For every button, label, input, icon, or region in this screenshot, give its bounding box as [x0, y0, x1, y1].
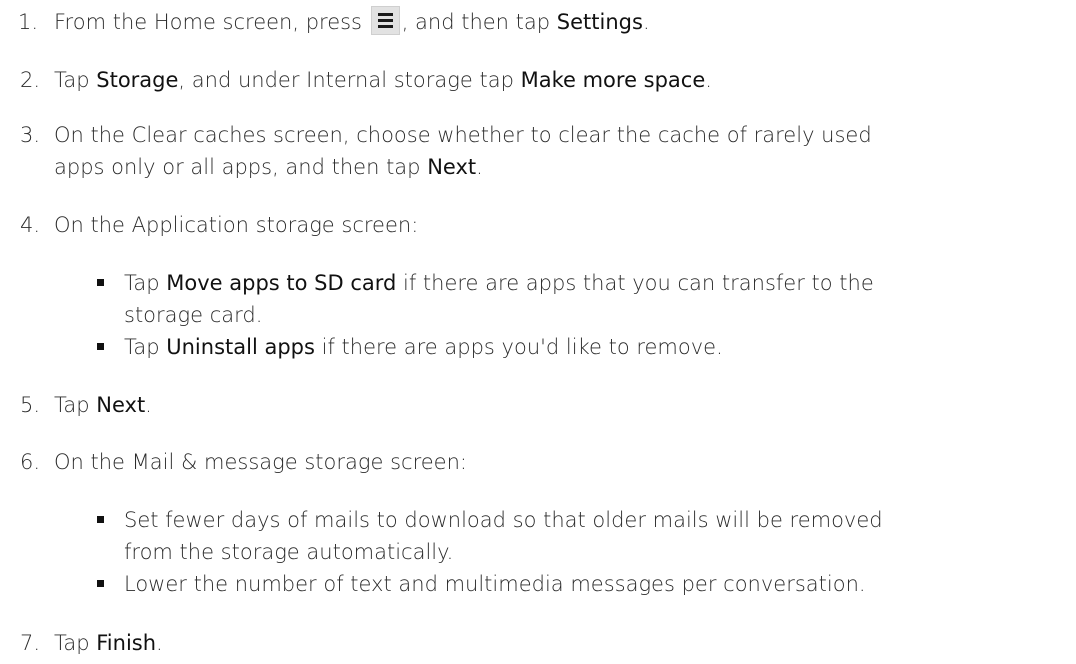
step-text: On the Mail & message storage screen:: [54, 450, 467, 474]
bullet-text: Set fewer days of mails to download so t…: [124, 504, 1076, 568]
step-text-part: .: [156, 631, 163, 655]
menu-icon: [370, 6, 400, 35]
bullet-marker: [97, 279, 104, 286]
step-number: 5.: [19, 393, 40, 417]
step-text: Tap Storage, and under Internal storage …: [54, 64, 1074, 96]
step-text-line: apps only or all apps, and then tap Next…: [54, 151, 1074, 183]
bullet-marker: [97, 580, 104, 587]
step-text: On the Application storage screen:: [54, 213, 419, 237]
step-text-part: .: [476, 155, 483, 179]
storage-label: Storage: [96, 68, 179, 92]
next-label: Next: [96, 393, 146, 417]
next-label: Next: [427, 155, 477, 179]
step-number: 7.: [19, 631, 40, 655]
step-text: Tap Finish.: [54, 627, 1074, 659]
step-text: From the Home screen, press , and then t…: [54, 6, 1074, 38]
step-text-part: .: [705, 68, 712, 92]
step-text-part: From the Home screen, press: [54, 10, 362, 34]
instruction-list: 1. From the Home screen, press , and the…: [0, 0, 1076, 664]
bullet-text-part: Tap: [124, 271, 160, 295]
uninstall-apps-label: Uninstall apps: [166, 335, 315, 359]
bullet-text-part: if there are apps that you can transfer …: [403, 271, 874, 295]
make-more-space-label: Make more space: [520, 68, 706, 92]
step-text-part: Tap: [54, 631, 90, 655]
bullet-text-part: if there are apps you'd like to remove.: [321, 335, 723, 359]
bullet-marker: [97, 343, 104, 350]
step-text: On the Clear caches screen, choose wheth…: [54, 119, 1074, 183]
step-text-line: On the Clear caches screen, choose wheth…: [54, 123, 872, 147]
step-number: 1.: [17, 10, 38, 34]
finish-label: Finish: [96, 631, 157, 655]
settings-label: Settings: [556, 10, 643, 34]
bullet-text: Lower the number of text and multimedia …: [124, 572, 866, 596]
step-text-part: .: [145, 393, 152, 417]
step-text-part: , and under Internal storage tap: [178, 68, 514, 92]
step-text-part: Tap: [54, 68, 90, 92]
step-text-part: apps only or all apps, and then tap: [54, 155, 421, 179]
step-text-part: , and then tap: [401, 10, 551, 34]
step-number: 6.: [19, 450, 40, 474]
step-text: Tap Next.: [54, 389, 1074, 421]
bullet-text-line: Set fewer days of mails to download so t…: [124, 508, 883, 532]
bullet-text: Tap Uninstall apps if there are apps you…: [124, 331, 1076, 363]
bullet-marker: [97, 516, 104, 523]
step-number: 3.: [19, 123, 40, 147]
step-number: 2.: [19, 68, 40, 92]
bullet-text: Tap Move apps to SD card if there are ap…: [124, 267, 1076, 331]
bullet-text-line: Tap Move apps to SD card if there are ap…: [124, 267, 1076, 299]
move-apps-label: Move apps to SD card: [166, 271, 397, 295]
bullet-text-line: from the storage automatically.: [124, 540, 454, 564]
bullet-text-part: Tap: [124, 335, 160, 359]
step-text-part: Tap: [54, 393, 90, 417]
bullet-text-line: storage card.: [124, 303, 263, 327]
step-text-part: .: [642, 10, 650, 34]
step-number: 4.: [19, 213, 40, 237]
